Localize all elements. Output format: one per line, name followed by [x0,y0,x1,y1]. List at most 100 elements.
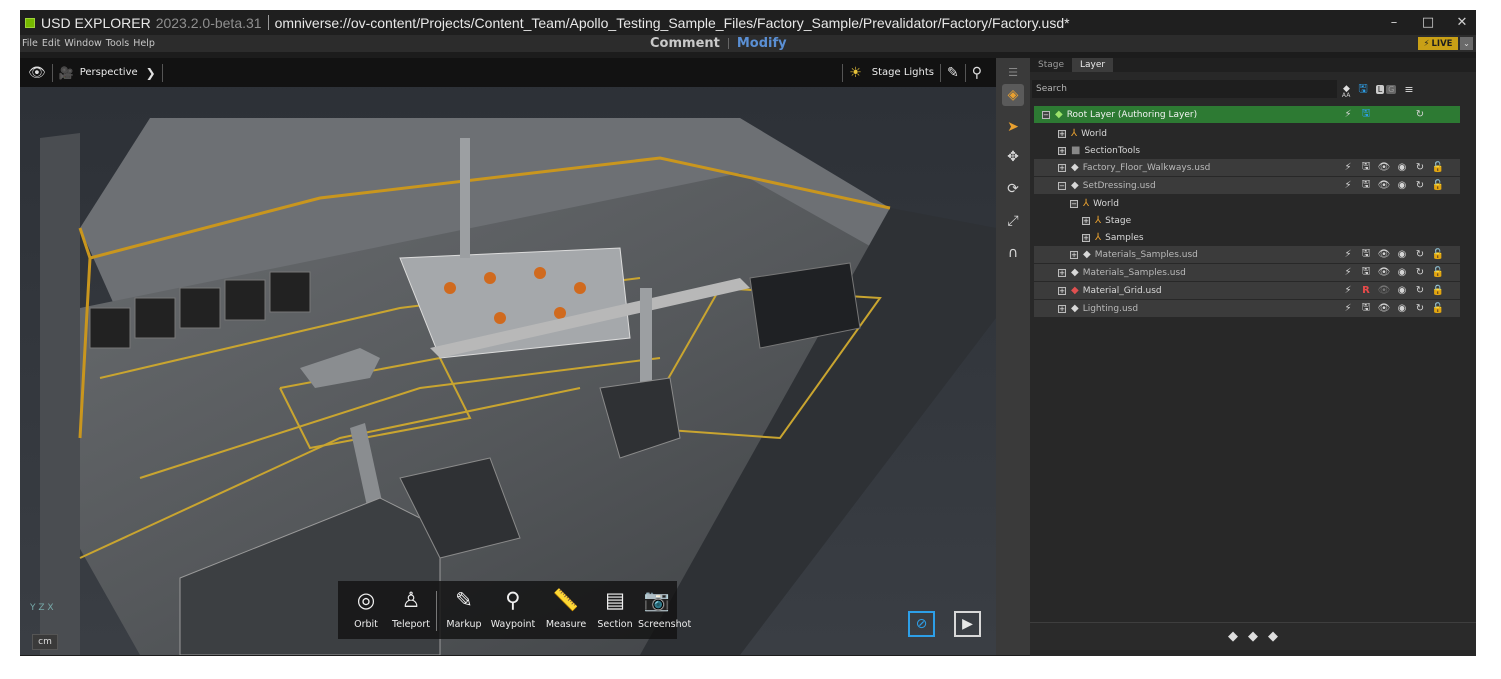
live-dropdown-button[interactable]: ⌄ [1460,37,1473,50]
tree-row-lighting[interactable]: + ◆ Lighting.usd ⚡ 🖫 👁 ◉ ↻ 🔓 [1034,300,1460,317]
expand-icon[interactable]: + [1058,146,1066,155]
tree-row-materials-samples[interactable]: + ◆ Materials_Samples.usd ⚡ 🖫 👁 ◉ ↻ 🔓 [1034,264,1460,281]
solo-eye-icon[interactable]: ◉ [1393,249,1411,260]
reload-icon[interactable]: ↻ [1411,285,1429,296]
tab-layer[interactable]: Layer [1072,58,1114,72]
save-icon[interactable]: 🖫 [1357,106,1375,123]
unlock-icon[interactable]: 🔓 [1429,267,1447,278]
unlock-icon[interactable]: 🔓 [1429,162,1447,173]
lights-selector[interactable]: Stage Lights [872,67,934,78]
mode-comment-tab[interactable]: Comment [650,36,720,51]
save-icon[interactable]: 🖫 [1357,177,1375,194]
unlock-icon[interactable]: 🔓 [1429,249,1447,260]
sun-icon[interactable]: ☀ [849,65,862,81]
tree-row-materials-samples-nested[interactable]: + ◆ Materials_Samples.usd ⚡ 🖫 👁 ◉ ↻ 🔓 [1034,246,1460,263]
compass-button[interactable]: ⊘ [908,611,935,637]
solo-eye-icon[interactable]: ◉ [1393,303,1411,314]
create-sublayer-icon[interactable]: ◆ [1248,629,1258,644]
solo-eye-icon[interactable]: ◉ [1393,180,1411,191]
menu-icon[interactable]: ≡ [1404,83,1413,96]
camera-icon[interactable]: 🎥 [59,66,74,80]
menu-help[interactable]: Help [133,38,155,49]
expand-icon[interactable]: + [1058,268,1066,277]
live-lightning-icon[interactable]: ⚡ [1339,162,1357,173]
global-lock-icon[interactable]: G [1386,84,1397,94]
reload-icon[interactable]: ↻ [1411,109,1429,120]
move-icon[interactable]: ✥ [1002,146,1024,168]
orbit-tool[interactable]: ◎ Orbit [344,581,388,639]
live-lightning-icon[interactable]: ⚡ [1339,267,1357,278]
expand-icon[interactable]: + [1058,304,1066,313]
collapse-icon[interactable]: − [1042,110,1050,119]
solo-eye-icon[interactable]: ◉ [1393,285,1411,296]
solo-eye-icon[interactable]: ◉ [1393,267,1411,278]
tree-row-stage[interactable]: + ⅄ Stage [1034,212,1460,229]
reload-icon[interactable]: ↻ [1411,267,1429,278]
tree-row-setdressing[interactable]: − ◆ SetDressing.usd ⚡ 🖫 👁 ◉ ↻ 🔓 [1034,177,1460,194]
read-only-icon[interactable]: R [1357,285,1375,296]
markup-tool[interactable]: ✎ Markup [442,581,486,639]
tree-row-sectiontools[interactable]: + ■ SectionTools [1034,142,1460,159]
chevron-right-icon[interactable]: ❯ [146,66,156,80]
unlock-icon[interactable]: 🔓 [1429,303,1447,314]
close-button[interactable]: ✕ [1451,14,1473,32]
play-button[interactable]: ▶ [954,611,981,637]
screenshot-tool[interactable]: 📷 Screenshot [638,581,691,639]
eye-icon[interactable]: 👁 [1375,162,1393,173]
eye-off-icon[interactable]: 👁 [1375,285,1393,296]
lock-icon[interactable]: 🔒 [1429,285,1447,296]
eye-icon[interactable]: 👁 [28,65,46,81]
teleport-tool[interactable]: ♙ Teleport [388,581,434,639]
tab-stage[interactable]: Stage [1030,58,1072,72]
eye-icon[interactable]: 👁 [1375,180,1393,191]
unlock-icon[interactable]: 🔓 [1429,180,1447,191]
save-icon[interactable]: 🖫 [1357,264,1375,281]
cursor-icon[interactable]: ➤ [1002,116,1024,138]
select-mode-icon[interactable]: ◈ [1002,84,1024,106]
eye-icon[interactable]: 👁 [1375,303,1393,314]
measure-tool[interactable]: 📏 Measure [540,581,592,639]
search-input[interactable] [1032,80,1337,98]
expand-icon[interactable]: + [1058,286,1066,295]
location-pin-icon[interactable]: ⚲ [972,65,982,81]
waypoint-tool[interactable]: ⚲ Waypoint [486,581,540,639]
viewport[interactable]: 👁 🎥 Perspective ❯ ☀ Stage Lights ✎ ⚲ Y Z… [20,58,996,655]
expand-icon[interactable]: + [1082,216,1090,225]
insert-sublayer-icon[interactable]: ◆ [1228,629,1238,644]
tree-row-samples[interactable]: + ⅄ Samples [1034,229,1460,246]
lock-all-icon[interactable]: L [1375,84,1385,94]
live-lightning-icon[interactable]: ⚡ [1339,180,1357,191]
tree-row-world[interactable]: + ⅄ World [1034,125,1460,142]
eye-icon[interactable]: 👁 [1375,267,1393,278]
section-tool[interactable]: ▤ Section [592,581,638,639]
collapse-icon[interactable]: − [1058,181,1066,190]
reload-icon[interactable]: ↻ [1411,303,1429,314]
scale-icon[interactable]: ⤢ [1002,210,1024,232]
save-icon[interactable]: 🖫 [1357,246,1375,263]
menu-edit[interactable]: Edit [42,38,60,49]
expand-icon[interactable]: + [1058,163,1066,172]
expand-icon[interactable]: + [1070,250,1078,259]
mode-modify-tab[interactable]: Modify [737,36,787,51]
live-lightning-icon[interactable]: ⚡ [1339,249,1357,260]
expand-icon[interactable]: + [1082,233,1090,242]
minimize-button[interactable]: – [1383,14,1405,32]
tree-row-factory-floor[interactable]: + ◆ Factory_Floor_Walkways.usd ⚡ 🖫 👁 ◉ ↻… [1034,159,1460,176]
tree-row-root-layer[interactable]: − ◆ Root Layer (Authoring Layer) ⚡ 🖫 ↻ [1034,106,1460,123]
live-button[interactable]: ⚡ LIVE [1418,37,1458,50]
expand-icon[interactable]: + [1058,129,1066,138]
menu-file[interactable]: File [22,38,38,49]
tree-row-world-nested[interactable]: − ⅄ World [1034,195,1460,212]
reload-icon[interactable]: ↻ [1411,180,1429,191]
rotate-icon[interactable]: ⟳ [1002,178,1024,200]
remove-sublayer-icon[interactable]: ◆ [1268,629,1278,644]
live-lightning-icon[interactable]: ⚡ [1339,285,1357,296]
save-icon[interactable]: 🖫 [1358,80,1367,99]
live-lightning-icon[interactable]: ⚡ [1339,303,1357,314]
reload-icon[interactable]: ↻ [1411,162,1429,173]
save-icon[interactable]: 🖫 [1357,159,1375,176]
camera-selector[interactable]: Perspective [80,67,138,78]
maximize-button[interactable]: □ [1417,14,1439,32]
tree-row-material-grid[interactable]: + ◆ Material_Grid.usd ⚡ R 👁 ◉ ↻ 🔒 [1034,282,1460,299]
save-icon[interactable]: 🖫 [1357,300,1375,317]
